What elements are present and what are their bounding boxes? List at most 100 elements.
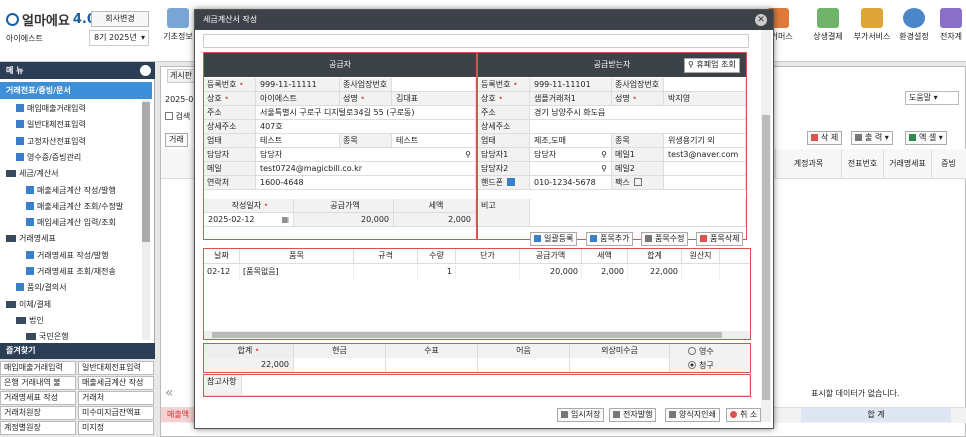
sidebar-item[interactable]: 매입매출거래입력 <box>0 101 145 117</box>
favorite-item[interactable]: 매출세금계산 작성 <box>78 376 154 390</box>
grid-cell[interactable]: 20,000 <box>520 265 582 279</box>
favorite-item[interactable]: 거래처원장 <box>0 406 76 420</box>
grid-header-cell[interactable]: 품목 <box>240 249 354 263</box>
bg-search-check[interactable]: 검색 <box>165 111 190 122</box>
search-icon[interactable]: ⚲ <box>601 162 607 175</box>
sidebar-item[interactable]: 거래명세표 작성/발행 <box>0 248 145 264</box>
bulk-register-button[interactable]: 일괄등록 <box>530 232 578 246</box>
scroll-left-icon[interactable]: « <box>165 385 174 401</box>
grid-cell[interactable]: 02-12 <box>204 265 240 279</box>
favorite-item[interactable]: 거래명세표 작성 <box>0 391 76 405</box>
supplier-biz-item[interactable]: 테스트 <box>392 134 476 148</box>
dialog-scrollbar[interactable] <box>761 30 771 422</box>
edit-item-button[interactable]: 품목수정 <box>641 232 689 246</box>
cancel-button[interactable]: 취 소 <box>726 408 762 422</box>
grid-header-cell[interactable]: 세액 <box>582 249 628 263</box>
sidebar-item[interactable]: 법인 <box>0 313 145 329</box>
supplier-biz-type[interactable]: 테스트 <box>256 134 340 148</box>
grid-cell[interactable] <box>682 265 720 279</box>
grid-cell[interactable] <box>354 265 418 279</box>
grid-hscrollbar[interactable] <box>204 331 750 339</box>
receiver-email1[interactable]: test3@naver.com <box>664 148 746 162</box>
sidebar-item[interactable]: 이체/결제 <box>0 297 145 313</box>
sidebar-item[interactable]: 거래명세표 <box>0 231 145 247</box>
grid-header-cell[interactable]: 규격 <box>354 249 418 263</box>
tab-board[interactable]: 게시판 <box>167 69 195 83</box>
grid-cell[interactable]: 22,000 <box>628 265 682 279</box>
grid-cell[interactable]: 2,000 <box>582 265 628 279</box>
favorite-item[interactable]: 계정별원장 <box>0 421 76 435</box>
receiver-biz-item[interactable]: 위생용기기 외 <box>664 134 746 148</box>
favorite-item[interactable]: 은행 거래내역 불 <box>0 376 76 390</box>
sidebar-item[interactable]: 매출세금계산 조회/수정발 <box>0 199 145 215</box>
claim-radio[interactable]: 청구 <box>688 360 714 371</box>
favorite-item[interactable]: 거래처 <box>78 391 154 405</box>
grid-header-cell[interactable]: 합계 <box>628 249 682 263</box>
toolbar-basic-info[interactable]: 기초정보 <box>158 8 198 42</box>
grid-header-cell[interactable]: 원산지 <box>682 249 720 263</box>
check-field[interactable] <box>386 358 478 372</box>
grid-header-cell[interactable]: 공급가액 <box>520 249 582 263</box>
sidebar-item[interactable]: 매출세금계산 작성/발행 <box>0 183 145 199</box>
collapse-icon[interactable] <box>140 65 151 76</box>
sidebar-scrollbar[interactable] <box>142 100 150 340</box>
supplier-address2[interactable]: 407호 <box>256 120 476 134</box>
sidebar-item[interactable]: 고정자산전표입력 <box>0 134 145 150</box>
grid-cell[interactable]: 1 <box>418 265 456 279</box>
toolbar-e-tax[interactable]: 전자계 <box>936 8 966 42</box>
favorite-item[interactable]: 매입매출거래입력 <box>0 361 76 375</box>
sidebar-item[interactable]: 매입세금계산 입력/조회 <box>0 215 145 231</box>
memo-field[interactable] <box>530 199 746 227</box>
sidebar-item[interactable]: 품의/결의서 <box>0 280 145 296</box>
receiver-branch[interactable] <box>664 78 746 92</box>
help-select[interactable]: 도움말 ▾ <box>905 91 959 105</box>
receiver-address[interactable]: 경기 남양주시 화도읍 <box>530 106 746 120</box>
mobile-checkbox[interactable] <box>507 178 516 186</box>
period-select[interactable]: 8기 2025년 ▾ <box>89 30 149 46</box>
sidebar-section-title[interactable]: 거래전표/증빙/문서 <box>0 82 152 99</box>
form-print-button[interactable]: 양식지인쇄 <box>665 408 720 422</box>
bg-delete-button[interactable]: 삭 제 <box>807 131 843 145</box>
toolbar-win-win[interactable]: 상생결제 <box>808 8 848 42</box>
receiver-address2[interactable] <box>530 120 746 134</box>
company-change-button[interactable]: 회사변경 <box>91 11 149 27</box>
receipt-radio[interactable]: 영수 <box>688 346 714 357</box>
sidebar-item[interactable]: 세금/계산서 <box>0 166 145 182</box>
bg-print-button[interactable]: 출 력 ▾ <box>851 131 893 145</box>
receiver-fax[interactable] <box>664 176 746 190</box>
credit-field[interactable] <box>570 358 670 372</box>
supplier-manager[interactable]: 담당자 ⚲ <box>256 148 476 162</box>
close-icon[interactable]: ✕ <box>755 14 767 26</box>
toolbar-services[interactable]: 부가서비스 <box>852 8 892 42</box>
cash-field[interactable] <box>294 358 386 372</box>
dialog-top-field[interactable] <box>203 34 749 48</box>
search-icon[interactable]: ⚲ <box>465 148 471 161</box>
calendar-icon[interactable]: ▦ <box>281 213 289 226</box>
supplier-email[interactable]: test0724@magicbill.co.kr <box>256 162 476 176</box>
receiver-manager2[interactable]: ⚲ <box>530 162 612 176</box>
supplier-branch[interactable] <box>392 78 476 92</box>
add-item-button[interactable]: 품목추가 <box>586 232 634 246</box>
note-field[interactable] <box>478 358 570 372</box>
fax-checkbox[interactable] <box>633 178 642 186</box>
grid-cell[interactable]: [품목없음] <box>240 265 354 279</box>
temp-save-button[interactable]: 임시저장 <box>557 408 605 422</box>
receiver-manager1[interactable]: 담당자 ⚲ <box>530 148 612 162</box>
bg-deal-button[interactable]: 거래 <box>165 133 188 147</box>
remark-field[interactable] <box>242 375 750 396</box>
receiver-biz-type[interactable]: 제조,도매 <box>530 134 612 148</box>
sidebar-item[interactable]: 영수증/증빙관리 <box>0 150 145 166</box>
sidebar-item[interactable]: 거래명세표 조회/재전송 <box>0 264 145 280</box>
grid-cell[interactable] <box>456 265 520 279</box>
supplier-phone[interactable]: 1600-4648 <box>256 176 476 190</box>
receiver-mobile[interactable]: 010-1234-5678 <box>530 176 612 190</box>
favorite-item[interactable]: 미수미지급잔액표 <box>78 406 154 420</box>
toolbar-settings[interactable]: 환경설정 <box>894 8 934 42</box>
business-status-search-button[interactable]: ⚲ 휴폐업 조회 <box>684 58 740 73</box>
grid-header-cell[interactable]: 단가 <box>456 249 520 263</box>
sidebar-item[interactable]: 일반대체전표입력 <box>0 117 145 133</box>
bg-excel-button[interactable]: 엑 셀 ▾ <box>905 131 947 145</box>
supplier-address[interactable]: 서울특별시 구로구 디지털로34길 55 (구로동) <box>256 106 476 120</box>
grid-header-cell[interactable]: 날짜 <box>204 249 240 263</box>
date-field[interactable]: 2025-02-12 ▦ <box>204 213 294 227</box>
